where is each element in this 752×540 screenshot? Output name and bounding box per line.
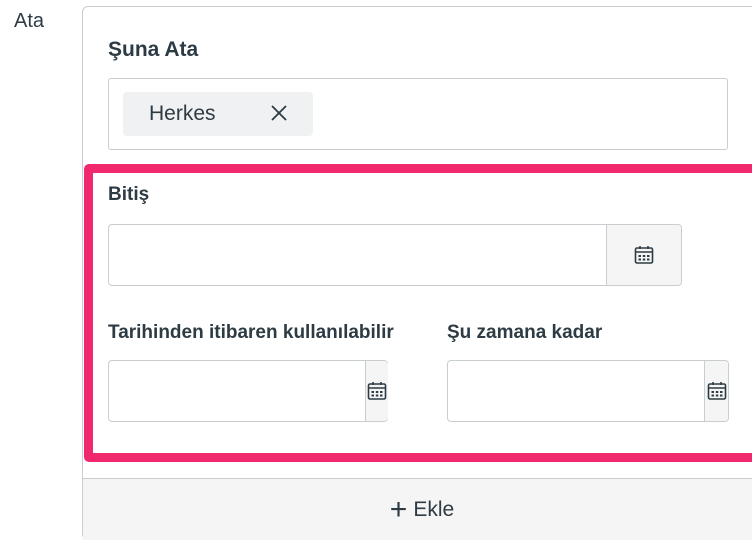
assign-row-label: Ata (14, 10, 45, 32)
available-from-calendar-button[interactable] (365, 361, 388, 421)
available-from-label: Tarihinden itibaren kullanılabilir (108, 322, 394, 343)
plus-icon: + (389, 493, 408, 526)
due-date-label: Bitiş (108, 184, 150, 205)
due-date-field (108, 224, 682, 286)
until-calendar-button[interactable] (704, 361, 728, 421)
due-date-calendar-button[interactable] (606, 225, 681, 285)
assignee-token-label: Herkes (149, 102, 216, 125)
assign-section: Ata Şuna Ata Herkes Bitiş Tarihinden iti… (0, 0, 752, 540)
add-assignment-button[interactable]: + Ekle (83, 478, 752, 540)
available-from-field (108, 360, 388, 422)
available-from-input[interactable] (109, 361, 365, 421)
until-label: Şu zamana kadar (447, 322, 603, 343)
until-input[interactable] (448, 361, 704, 421)
calendar-icon (367, 382, 387, 400)
assign-to-label: Şuna Ata (108, 38, 199, 61)
calendar-icon (707, 382, 726, 400)
due-date-input[interactable] (109, 225, 606, 285)
remove-token-close-icon[interactable] (267, 101, 291, 125)
assignee-token: Herkes (123, 92, 313, 136)
calendar-icon (634, 246, 654, 264)
until-field (447, 360, 729, 422)
assign-to-input[interactable]: Herkes (108, 78, 728, 150)
add-button-label: Ekle (413, 498, 455, 521)
